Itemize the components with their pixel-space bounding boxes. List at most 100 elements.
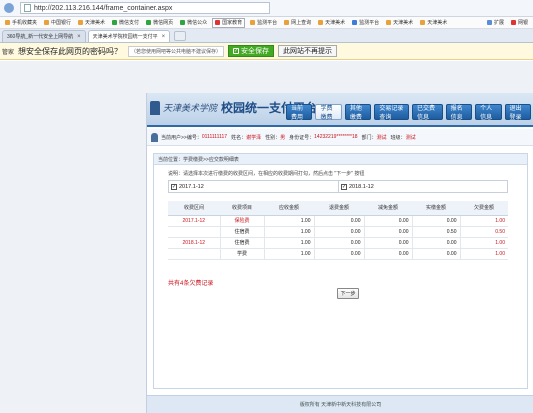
close-icon[interactable]: × xyxy=(162,34,166,40)
bank-icon xyxy=(510,20,516,25)
column-header: 收费项目 xyxy=(220,201,264,216)
idcard-label: 身份证号： xyxy=(289,134,315,141)
column-header: 实缴金额 xyxy=(412,201,460,216)
favorite-item[interactable]: 天津美术 xyxy=(76,18,107,28)
column-header: 减免金额 xyxy=(364,201,412,216)
school-name: 天津美术学院 xyxy=(163,104,218,114)
due-cell: 1.00 xyxy=(263,237,314,249)
favorite-item[interactable]: 国家教育 xyxy=(212,17,246,28)
favorites-right: 扩展 网银 xyxy=(485,18,533,28)
nav-transaction-query[interactable]: 交易记录查询 xyxy=(374,104,410,121)
nav-other-payment[interactable]: 其他缴费 xyxy=(344,104,372,121)
favorite-item[interactable]: 监测平台 xyxy=(350,18,381,28)
main-nav: 当前费用 学费缴费 其他缴费 交易记录查询 已交费信息 报名信息 个人信息 退出… xyxy=(286,104,533,121)
new-tab-button[interactable] xyxy=(174,31,187,41)
paid-cell: 0.00 xyxy=(411,215,460,227)
favorite-icon xyxy=(250,20,256,25)
current-user-bar: 当前用户>>编号： 0111111117 姓名： 谢学泽 性别： 男 身份证号：… xyxy=(147,129,533,146)
favorite-item[interactable]: 微信公众 xyxy=(178,18,209,28)
user-icon xyxy=(151,132,158,142)
extensions-button[interactable]: 扩展 xyxy=(485,18,506,28)
password-bar-message: 想安全保存此网页的密码吗？ xyxy=(18,46,123,56)
favorite-item[interactable]: 天津美术 xyxy=(384,18,415,28)
favorite-item[interactable]: 手机收藏夹 xyxy=(3,18,39,28)
due-cell: 1.00 xyxy=(263,215,314,227)
nav-current-fees[interactable]: 当前费用 xyxy=(286,104,313,121)
user-class: 测试 xyxy=(405,134,416,141)
favorite-icon xyxy=(215,20,221,25)
item-cell: 学费 xyxy=(219,248,264,260)
favorite-item[interactable]: 中国银行 xyxy=(42,18,73,28)
favorite-icon xyxy=(352,20,358,25)
favorite-item[interactable]: 监测平台 xyxy=(248,18,279,28)
favorites-bar: 手机收藏夹 中国银行 天津美术 微信支付 微信网页 微信公众 国家教育 监测平台… xyxy=(0,17,533,29)
table-row: 2018.1-12 住宿费 1.00 0.00 0.00 0.00 1.00 xyxy=(168,237,508,249)
gender-label: 性别： xyxy=(265,134,281,141)
favorite-icon xyxy=(44,20,50,25)
period-cell: 2018.1-12 xyxy=(168,237,220,249)
favorite-item[interactable]: 微信支付 xyxy=(110,18,141,28)
platform-header: 天津美术学院 校园统一支付平台 当前费用 学费缴费 其他缴费 交易记录查询 已交… xyxy=(147,93,533,127)
favorite-item[interactable]: 天津美术 xyxy=(418,18,449,28)
favorite-icon xyxy=(318,20,324,25)
user-prefix: 当前用户>>编号： xyxy=(161,134,202,141)
browser-tab-strip: 360导航_新一代安全上网导航 × 天津美术学院校园统一支付平 × xyxy=(0,29,533,43)
paid-cell: 0.00 xyxy=(411,237,460,249)
table-row: 住宿费 1.00 0.00 0.00 0.50 0.50 xyxy=(168,226,508,238)
item-cell: 住宿费 xyxy=(219,226,264,238)
nav-tuition-payment[interactable]: 学费缴费 xyxy=(315,104,342,121)
favorite-item[interactable]: 微信网页 xyxy=(144,18,175,28)
browser-tab-active[interactable]: 天津美术学院校园统一支付平 × xyxy=(87,30,171,42)
owe-cell: 1.00 xyxy=(459,237,508,249)
user-gender: 男 xyxy=(280,134,286,141)
nav-personal-info[interactable]: 个人信息 xyxy=(475,104,502,121)
period-checkbox[interactable]: ✓ xyxy=(341,183,347,190)
address-text[interactable]: http://202.113.216.144/frame_container.a… xyxy=(34,5,172,12)
table-row: 2017.1-12 保险费 1.00 0.00 0.00 0.00 1.00 xyxy=(168,215,508,227)
favorite-item[interactable]: 网上查询 xyxy=(282,18,313,28)
favorite-item[interactable]: 天津美术 xyxy=(316,18,347,28)
due-cell: 1.00 xyxy=(263,248,314,260)
arrears-summary: 共有4条欠费记录 xyxy=(168,281,214,287)
user-idcard: 14232219********18 xyxy=(314,134,358,140)
password-bar-mark: 管家 xyxy=(2,48,15,56)
period-option[interactable]: ✓ 2017.1-12 xyxy=(169,181,338,192)
netbank-button[interactable]: 网银 xyxy=(509,18,530,28)
safe-save-button[interactable]: ✓ 安全保存 xyxy=(228,45,275,57)
breadcrumb: 当前位置：学费缴费>>应交款明细表 xyxy=(154,154,527,165)
period-cell: 2017.1-12 xyxy=(168,215,220,227)
never-prompt-button[interactable]: 此网站不再提示 xyxy=(278,45,338,57)
address-bar[interactable]: http://202.113.216.144/frame_container.a… xyxy=(20,2,270,14)
user-dept: 测试 xyxy=(376,134,387,141)
nav-logout[interactable]: 退出登录 xyxy=(504,104,531,121)
period-cell xyxy=(168,248,220,260)
extension-icon xyxy=(486,20,492,25)
nav-paid-info[interactable]: 已交费信息 xyxy=(412,104,443,121)
next-step-button[interactable]: 下一步 xyxy=(337,288,359,299)
paid-cell: 0.00 xyxy=(411,248,460,260)
instruction-text: 说明：请选择本次进行缴费的收费区间，在相应的收费期间打勾，然后点击 "下一步" … xyxy=(168,171,365,177)
period-checkbox[interactable]: ✓ xyxy=(171,183,177,190)
tab-title: 天津美术学院校园统一支付平 xyxy=(92,34,158,40)
browser-tab[interactable]: 360导航_新一代安全上网导航 × xyxy=(2,30,86,42)
password-bar-hint: （若您使用网吧等公共电脑不建议保存） xyxy=(128,45,225,57)
favorite-icon xyxy=(5,20,10,25)
reduce-cell: 0.00 xyxy=(363,215,412,227)
browser-address-row: http://202.113.216.144/frame_container.a… xyxy=(0,0,533,17)
nav-registration-info[interactable]: 报名信息 xyxy=(445,104,473,121)
fee-table: 收费区间 收费项目 应收金额 退费金额 减免金额 实缴金额 欠费金额 2017.… xyxy=(168,201,508,260)
back-icon[interactable] xyxy=(4,3,14,13)
reduce-cell: 0.00 xyxy=(363,226,412,238)
page-icon xyxy=(24,4,31,12)
reduce-cell: 0.00 xyxy=(363,237,412,249)
close-icon[interactable]: × xyxy=(77,34,81,40)
dept-label: 部门： xyxy=(361,134,377,141)
owe-cell: 1.00 xyxy=(459,248,508,260)
refund-cell: 0.00 xyxy=(313,215,364,227)
refund-cell: 0.00 xyxy=(313,226,364,238)
period-option[interactable]: ✓ 2018.1-12 xyxy=(338,181,507,192)
period-cell xyxy=(168,226,220,238)
favorite-icon xyxy=(180,20,186,25)
refund-cell: 0.00 xyxy=(313,248,364,260)
due-cell: 1.00 xyxy=(263,226,314,238)
